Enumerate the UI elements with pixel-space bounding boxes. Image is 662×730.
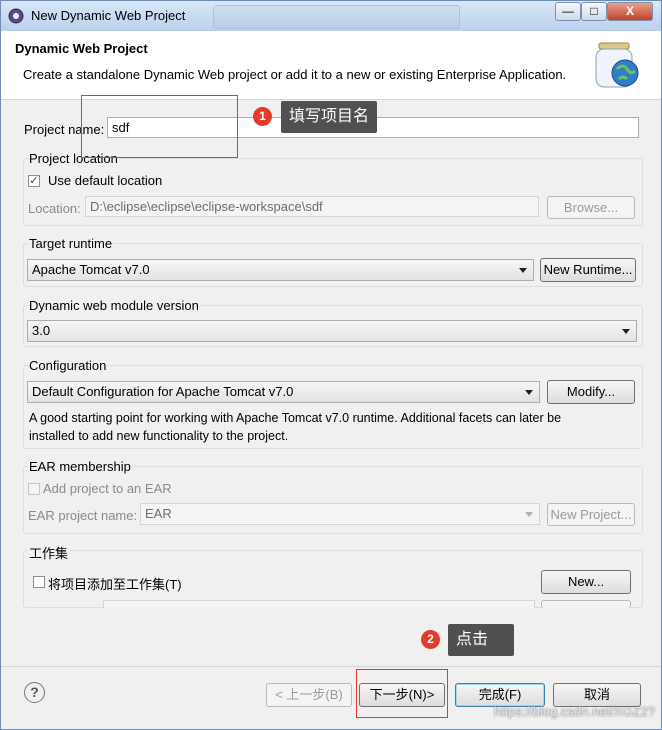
chevron-down-icon [525, 512, 533, 517]
configuration-description-line1: A good starting point for working with A… [29, 411, 562, 425]
footer-divider [1, 666, 661, 667]
chevron-down-icon [525, 390, 533, 395]
dialog-window: New Dynamic Web Project — □ X Dynamic We… [0, 0, 662, 730]
working-set-input[interactable] [103, 600, 535, 608]
minimize-button[interactable]: — [555, 2, 581, 21]
select-working-set-button[interactable] [541, 600, 631, 608]
next-button-highlight-box [356, 669, 448, 718]
working-set-label: 工作集 [28, 543, 70, 562]
ear-project-name-label: EAR project name: [28, 508, 138, 523]
browse-button[interactable]: Browse... [547, 196, 635, 219]
new-working-set-button[interactable]: New... [541, 570, 631, 594]
ear-project-name-value: EAR [145, 506, 172, 521]
new-runtime-button[interactable]: New Runtime... [540, 258, 636, 282]
location-label: Location: [28, 201, 81, 216]
add-to-working-set-label: 将项目添加至工作集(T) [48, 577, 182, 592]
configuration-description-line2: installed to add new functionality to th… [29, 429, 289, 443]
help-icon[interactable]: ? [24, 682, 45, 703]
title-bar: New Dynamic Web Project — □ X [1, 1, 661, 32]
step-1-callout: 填写项目名 [281, 101, 378, 133]
watermark: https://blog.csdn.net/XGZ2? [493, 704, 655, 719]
ear-project-name-dropdown[interactable]: EAR [140, 503, 540, 525]
maximize-button[interactable]: □ [581, 2, 607, 21]
location-input[interactable]: D:\eclipse\eclipse\eclipse-workspace\sdf [85, 196, 539, 217]
background-window-ghost [213, 5, 460, 29]
project-name-highlight-box [81, 95, 238, 158]
eclipse-gear-icon [8, 8, 24, 24]
new-project-button[interactable]: New Project... [547, 503, 635, 526]
chevron-down-icon [622, 329, 630, 334]
back-button[interactable]: < 上一步(B) [266, 683, 352, 707]
module-version-dropdown[interactable]: 3.0 [27, 320, 637, 342]
module-version-label: Dynamic web module version [28, 298, 200, 313]
configuration-label: Configuration [28, 358, 108, 373]
web-project-jar-icon [595, 42, 639, 88]
add-to-ear-checkbox[interactable] [28, 483, 40, 495]
step-2-badge: 2 [421, 630, 440, 649]
add-to-working-set-checkbox[interactable] [33, 576, 45, 588]
window-title: New Dynamic Web Project [31, 8, 186, 23]
configuration-dropdown[interactable]: Default Configuration for Apache Tomcat … [27, 381, 540, 403]
use-default-location-checkbox[interactable]: ✓ [28, 175, 40, 187]
page-description: Create a standalone Dynamic Web project … [23, 67, 567, 82]
chevron-down-icon [519, 268, 527, 273]
close-button[interactable]: X [607, 2, 653, 21]
target-runtime-label: Target runtime [28, 236, 114, 251]
modify-button[interactable]: Modify... [547, 380, 635, 404]
target-runtime-value: Apache Tomcat v7.0 [32, 262, 150, 277]
add-to-ear-label: Add project to an EAR [43, 481, 172, 496]
module-version-value: 3.0 [32, 323, 51, 338]
use-default-location-label: Use default location [48, 173, 163, 188]
page-title: Dynamic Web Project [15, 41, 148, 56]
ear-membership-label: EAR membership [28, 459, 132, 474]
configuration-value: Default Configuration for Apache Tomcat … [32, 384, 294, 399]
wizard-header: Dynamic Web Project Create a standalone … [1, 31, 661, 100]
step-2-callout: 点击 [448, 624, 514, 656]
target-runtime-dropdown[interactable]: Apache Tomcat v7.0 [27, 259, 534, 281]
step-1-badge: 1 [253, 107, 272, 126]
